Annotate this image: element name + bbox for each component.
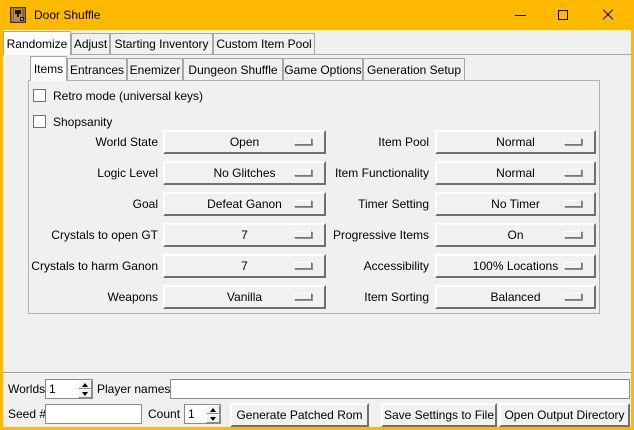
retro-mode-checkbox[interactable]: Retro mode (universal keys) <box>33 87 203 104</box>
worlds-spin-down-button[interactable] <box>78 389 92 398</box>
player-names-field-wrap <box>170 379 630 399</box>
timer-setting-dropdown[interactable]: No Timer <box>435 192 596 216</box>
dropdown-indicator-icon <box>564 262 582 269</box>
item-sorting-dropdown[interactable]: Balanced <box>435 285 596 309</box>
minimize-icon <box>515 15 526 16</box>
count-spin-up-button[interactable] <box>206 405 220 414</box>
item-sorting-label: Item Sorting <box>299 285 429 309</box>
tab-items[interactable]: Items <box>30 56 67 81</box>
generate-patched-rom-button[interactable]: Generate Patched Rom <box>230 403 369 427</box>
item-functionality-label: Item Functionality <box>299 161 429 185</box>
dropdown-value: No Timer <box>491 197 540 211</box>
accessibility-label: Accessibility <box>299 254 429 278</box>
open-output-directory-button[interactable]: Open Output Directory <box>499 403 630 427</box>
save-settings-button[interactable]: Save Settings to File <box>381 403 497 427</box>
arrow-up-icon <box>210 408 216 412</box>
tab-dungeon-shuffle[interactable]: Dungeon Shuffle <box>183 58 283 80</box>
tab-entrances[interactable]: Entrances <box>67 58 127 80</box>
tab-custom-item-pool[interactable]: Custom Item Pool <box>213 33 315 54</box>
world-state-label: World State <box>20 130 158 154</box>
seed-input[interactable] <box>46 405 141 423</box>
dropdown-indicator-icon <box>564 200 582 207</box>
dropdown-value: Normal <box>496 166 535 180</box>
player-names-label: Player names <box>97 379 170 399</box>
tab-enemizer[interactable]: Enemizer <box>127 58 183 80</box>
door-shuffle-window: Door Shuffle Randomize Adjust Starting I… <box>0 0 634 430</box>
dropdown-indicator-icon <box>564 138 582 145</box>
bottom-separator <box>3 372 631 374</box>
player-names-input[interactable] <box>171 380 629 398</box>
progressive-items-dropdown[interactable]: On <box>435 223 596 247</box>
dropdown-value: 7 <box>241 259 248 273</box>
door-icon <box>10 7 26 23</box>
tab-starting-inventory[interactable]: Starting Inventory <box>110 33 213 54</box>
dropdown-value: No Glitches <box>213 166 275 180</box>
tab-adjust[interactable]: Adjust <box>71 33 110 54</box>
dropdown-indicator-icon <box>564 231 582 238</box>
arrow-down-icon <box>82 392 88 396</box>
worlds-input[interactable] <box>46 380 78 398</box>
count-spinner[interactable] <box>184 404 221 424</box>
arrow-up-icon <box>82 383 88 387</box>
dropdown-value: Defeat Ganon <box>207 197 282 211</box>
maximize-button[interactable] <box>540 0 585 30</box>
tab-generation-setup[interactable]: Generation Setup <box>363 58 465 80</box>
shopsanity-checkbox[interactable]: Shopsanity <box>33 113 112 130</box>
title-bar: Door Shuffle <box>0 0 634 30</box>
worlds-spin-up-button[interactable] <box>78 380 92 389</box>
accessibility-dropdown[interactable]: 100% Locations <box>435 254 596 278</box>
window-title: Door Shuffle <box>34 0 101 30</box>
main-notebook-border <box>3 54 631 55</box>
seed-field-wrap <box>45 404 142 424</box>
worlds-label: Worlds <box>8 379 45 399</box>
worlds-spinner[interactable] <box>45 379 93 399</box>
count-label: Count <box>148 404 180 424</box>
checkbox-box[interactable] <box>33 115 46 128</box>
item-functionality-dropdown[interactable]: Normal <box>435 161 596 185</box>
tab-randomize[interactable]: Randomize <box>3 31 71 55</box>
crystals-gt-label: Crystals to open GT <box>20 223 158 247</box>
dropdown-value: Open <box>230 135 259 149</box>
dropdown-value: 100% Locations <box>473 259 558 273</box>
goal-label: Goal <box>20 192 158 216</box>
dropdown-value: Normal <box>496 135 535 149</box>
maximize-icon <box>558 10 568 20</box>
count-spin-down-button[interactable] <box>206 414 220 423</box>
close-icon <box>602 9 614 21</box>
dropdown-indicator-icon <box>564 169 582 176</box>
crystals-ganon-label: Crystals to harm Ganon <box>20 254 158 278</box>
weapons-label: Weapons <box>20 285 158 309</box>
timer-setting-label: Timer Setting <box>299 192 429 216</box>
dropdown-indicator-icon <box>564 293 582 300</box>
item-pool-dropdown[interactable]: Normal <box>435 130 596 154</box>
dropdown-value: Vanilla <box>227 290 262 304</box>
dropdown-value: Balanced <box>490 290 540 304</box>
checkbox-label: Retro mode (universal keys) <box>53 89 203 103</box>
seed-label: Seed # <box>8 404 46 424</box>
checkbox-box[interactable] <box>33 89 46 102</box>
minimize-button[interactable] <box>498 0 543 30</box>
item-pool-label: Item Pool <box>299 130 429 154</box>
arrow-down-icon <box>210 417 216 421</box>
progressive-items-label: Progressive Items <box>299 223 429 247</box>
dropdown-value: On <box>507 228 523 242</box>
dropdown-value: 7 <box>241 228 248 242</box>
logic-level-label: Logic Level <box>20 161 158 185</box>
count-input[interactable] <box>185 405 206 423</box>
checkbox-label: Shopsanity <box>53 115 112 129</box>
tab-game-options[interactable]: Game Options <box>283 58 363 80</box>
close-button[interactable] <box>585 0 630 30</box>
